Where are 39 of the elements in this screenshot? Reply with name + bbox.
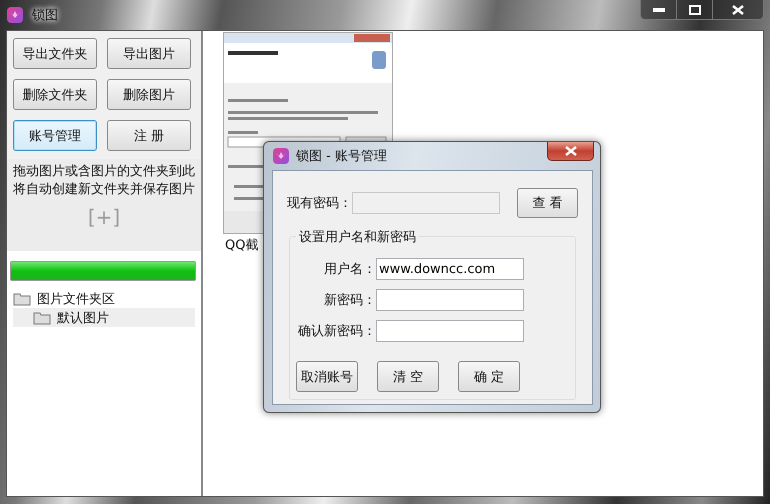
panel-button[interactable]: 导出文件夹: [13, 38, 97, 69]
drop-hint: 拖动图片或含图片的文件夹到此: [13, 163, 195, 181]
field-label: 现有密码：: [287, 195, 352, 212]
thumbnail-caption: QQ截: [225, 237, 258, 254]
input-field[interactable]: www.downcc.com: [376, 258, 524, 280]
dialog-button[interactable]: 取消账号: [296, 361, 358, 392]
panel-button[interactable]: 删除图片: [107, 79, 191, 110]
tree-item[interactable]: 默认图片: [13, 308, 195, 327]
group-title: 设置用户名和新密码: [296, 228, 419, 246]
drop-hint: 将自动创建新文件夹并保存图片: [13, 181, 195, 199]
panel-button[interactable]: 注 册: [107, 120, 191, 151]
close-icon: [732, 4, 744, 14]
close-button[interactable]: [713, 0, 763, 19]
add-icon: [+]: [88, 205, 120, 229]
app-icon: [6, 6, 24, 24]
panel-button[interactable]: 导出图片: [107, 38, 191, 69]
app-icon: [272, 147, 290, 165]
dialog-button[interactable]: 确 定: [458, 361, 520, 392]
field-label: 确认新密码：: [297, 323, 376, 340]
field-label: 用户名：: [323, 261, 376, 278]
dialog-title: 锁图 - 账号管理: [296, 148, 387, 165]
close-button[interactable]: [547, 142, 594, 161]
dialog-button[interactable]: 清 空: [377, 361, 439, 392]
minimize-button[interactable]: [641, 0, 677, 19]
window-title: 锁图: [32, 7, 58, 24]
input-field[interactable]: [376, 289, 524, 311]
view-button[interactable]: 查 看: [517, 188, 578, 218]
input-field[interactable]: [376, 320, 524, 342]
field-label: 新密码：: [323, 292, 376, 309]
panel-button[interactable]: 账号管理: [13, 120, 97, 151]
close-icon: [564, 146, 576, 156]
folder-icon: [33, 310, 51, 324]
drop-area[interactable]: 拖动图片或含图片的文件夹到此 将自动创建新文件夹并保存图片 [+]: [7, 159, 201, 251]
panel-button[interactable]: 删除文件夹: [13, 79, 97, 110]
tree-item[interactable]: 图片文件夹区: [13, 289, 195, 308]
maximize-button[interactable]: [677, 0, 713, 19]
minimize-icon: [652, 8, 664, 12]
folder-icon: [13, 292, 31, 306]
maximize-icon: [688, 4, 700, 14]
